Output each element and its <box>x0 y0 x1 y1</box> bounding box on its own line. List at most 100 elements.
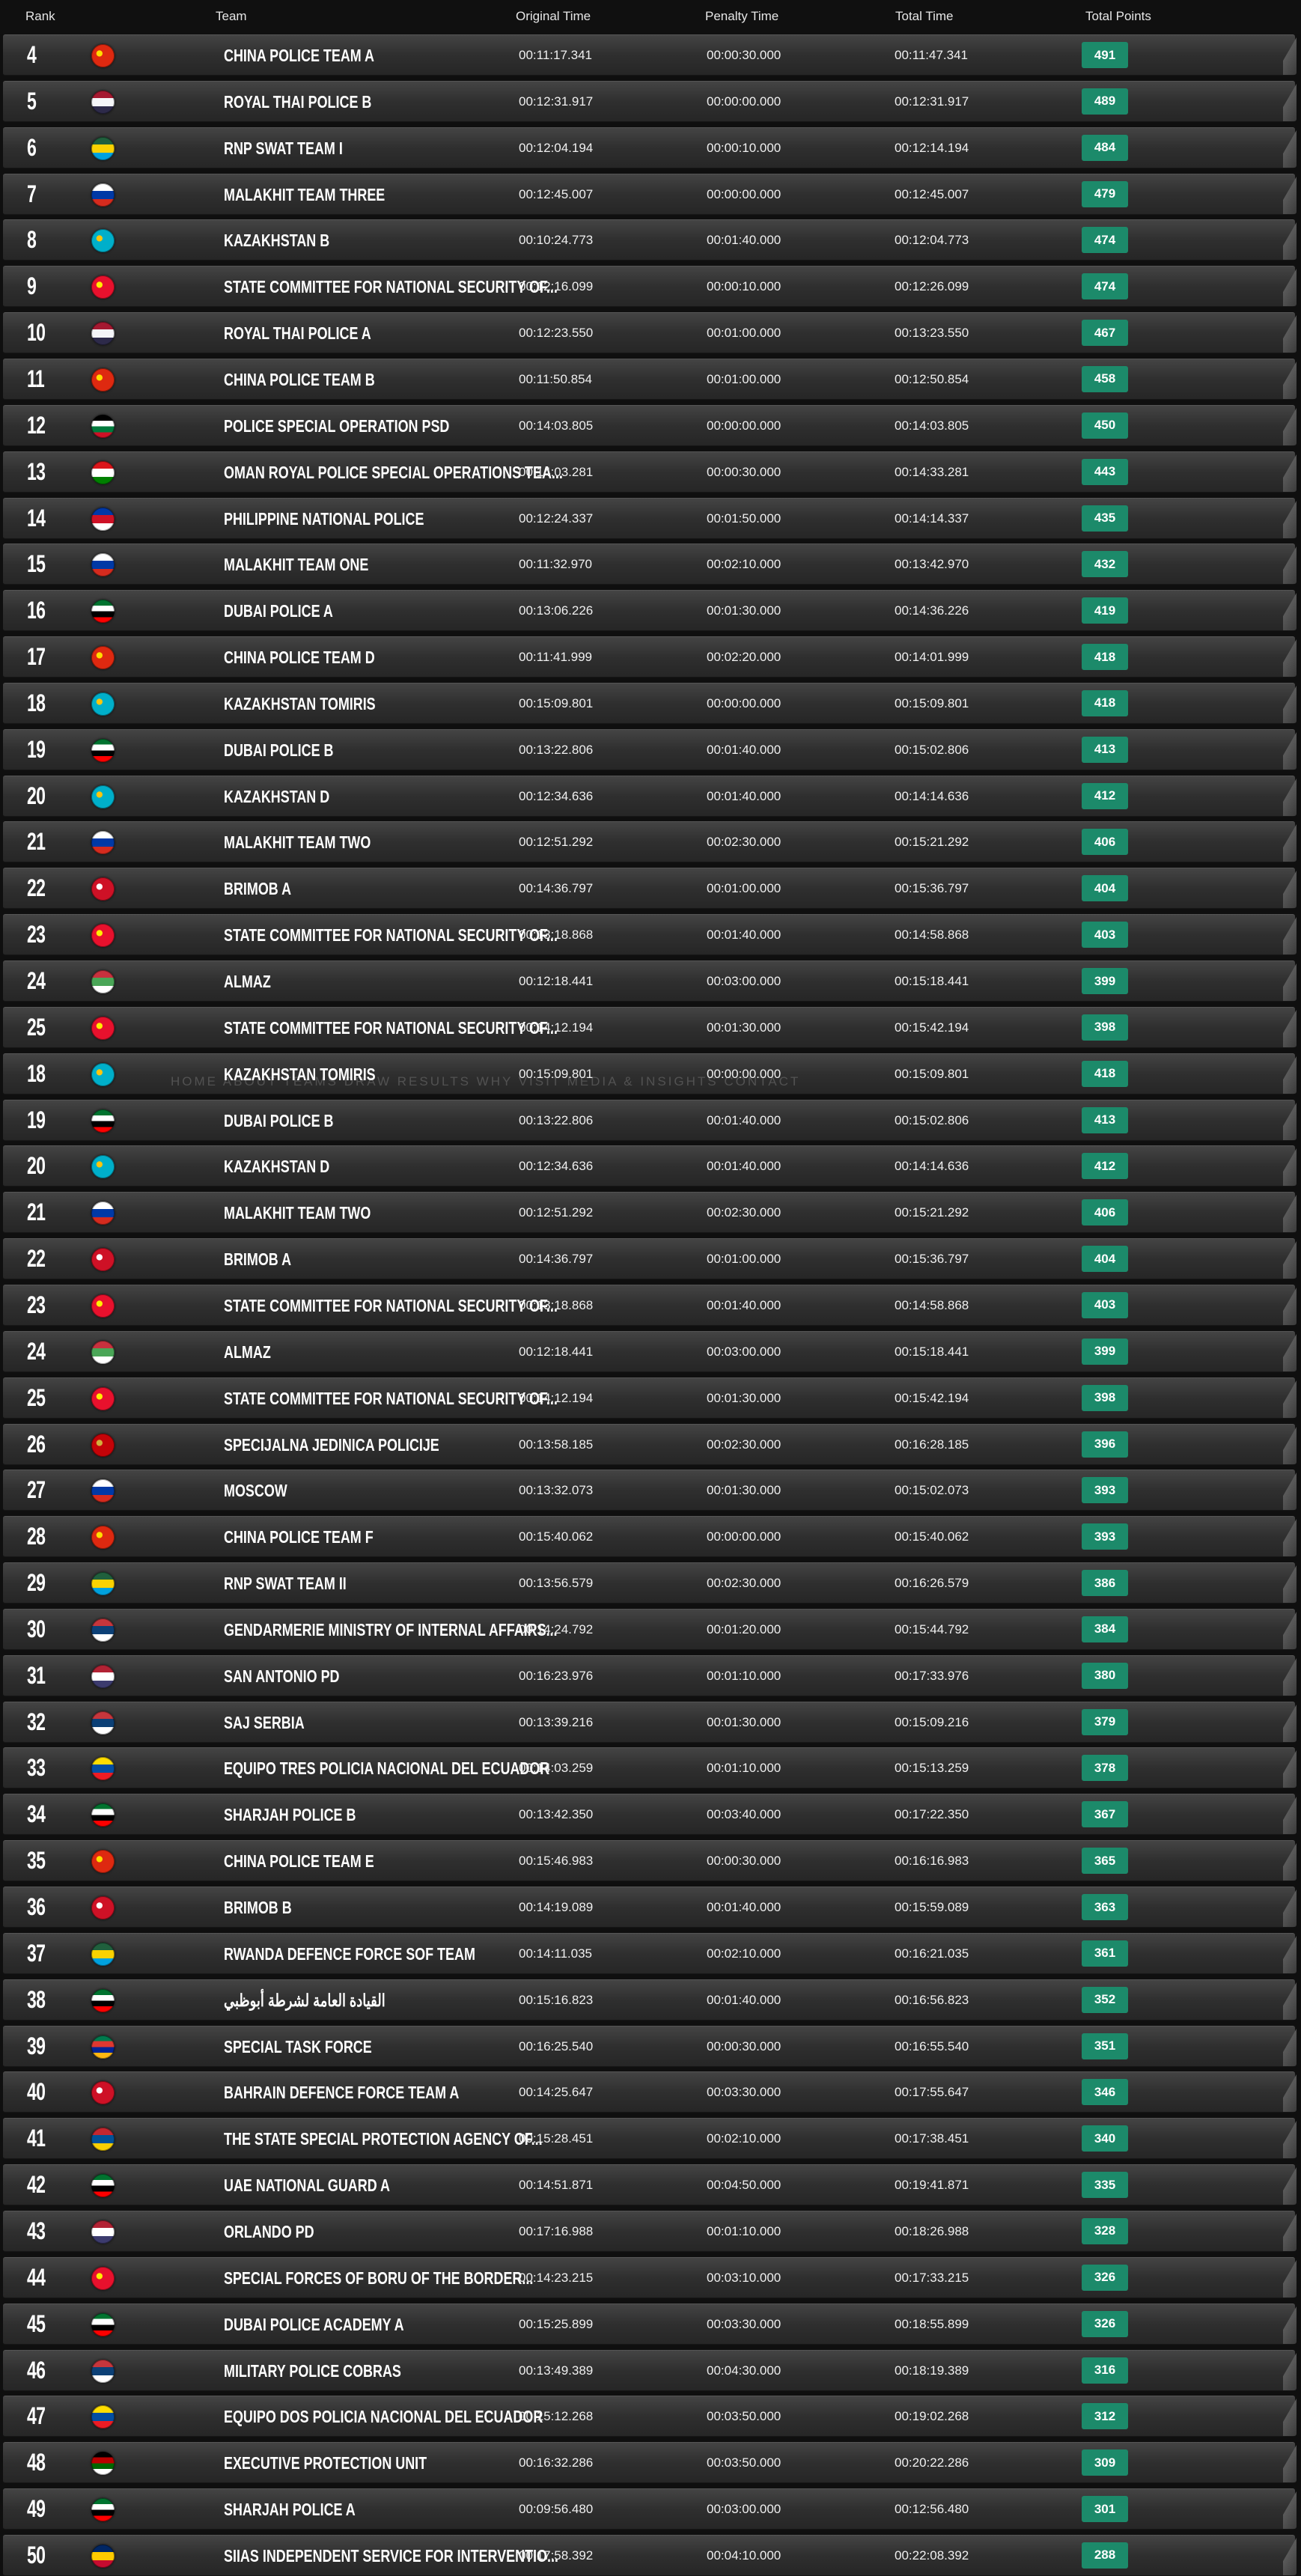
table-row[interactable]: 25 STATE COMMITTEE FOR NATIONAL SECURITY … <box>3 1006 1297 1048</box>
table-row[interactable]: 7 MALAKHIT TEAM THREE 00:12:45.007 00:00:00… <box>3 173 1297 215</box>
team-name[interactable]: EXECUTIVE PROTECTION UNIT <box>224 2453 427 2473</box>
table-row[interactable]: 29 RNP SWAT TEAM II 00:13:56.579 00:02:30.0… <box>3 1562 1297 1604</box>
team-name[interactable]: MALAKHIT TEAM TWO <box>224 832 371 853</box>
table-row[interactable]: 8 KAZAKHSTAN B 00:10:24.773 00:01:40.000 00:… <box>3 219 1297 261</box>
team-name[interactable]: UAE NATIONAL GUARD A <box>224 2175 390 2196</box>
table-row[interactable]: 39 SPECIAL TASK FORCE 00:16:25.540 00:00:30… <box>3 2025 1297 2067</box>
team-name[interactable]: STATE COMMITTEE FOR NATIONAL SECURITY OF… <box>224 277 558 297</box>
table-row[interactable]: 32 SAJ SERBIA 00:13:39.216 00:01:30.000 00:1… <box>3 1701 1297 1743</box>
table-row[interactable]: 18 KAZAKHSTAN TOMIRIS 00:15:09.801 00:00:00… <box>3 682 1297 724</box>
table-row[interactable]: 49 SHARJAH POLICE A 00:09:56.480 00:03:00.0… <box>3 2488 1297 2530</box>
table-row[interactable]: 24 ALMAZ 00:12:18.441 00:03:00.000 00:15:18.… <box>3 1330 1297 1372</box>
table-row[interactable]: 34 SHARJAH POLICE B 00:13:42.350 00:03:40.0… <box>3 1794 1297 1836</box>
team-name[interactable]: BRIMOB A <box>224 1249 291 1270</box>
table-row[interactable]: 10 ROYAL THAI POLICE A 00:12:23.550 00:01:0… <box>3 312 1297 354</box>
team-name[interactable]: KAZAKHSTAN D <box>224 787 329 807</box>
team-name[interactable]: STATE COMMITTEE FOR NATIONAL SECURITY OF… <box>224 1018 558 1038</box>
team-name[interactable]: SPECIAL FORCES OF BORU OF THE BORDER... <box>224 2268 533 2289</box>
team-name[interactable]: CHINA POLICE TEAM F <box>224 1527 374 1547</box>
team-name[interactable]: ROYAL THAI POLICE A <box>224 323 371 344</box>
table-row[interactable]: 14 PHILIPPINE NATIONAL POLICE 00:12:24.337… <box>3 497 1297 539</box>
table-row[interactable]: 47 EQUIPO DOS POLICIA NACIONAL DEL ECUADO… <box>3 2396 1297 2438</box>
team-name[interactable]: KAZAKHSTAN TOMIRIS <box>224 694 376 714</box>
table-row[interactable]: 35 CHINA POLICE TEAM E 00:15:46.983 00:00:3… <box>3 1840 1297 1882</box>
table-row[interactable]: 21 MALAKHIT TEAM TWO 00:12:51.292 00:02:30.… <box>3 1192 1297 1234</box>
team-name[interactable]: DUBAI POLICE B <box>224 1111 334 1131</box>
team-name[interactable]: POLICE SPECIAL OPERATION PSD <box>224 416 449 436</box>
team-name[interactable]: SPECIAL TASK FORCE <box>224 2037 372 2057</box>
table-row[interactable]: 21 MALAKHIT TEAM TWO 00:12:51.292 00:02:30.… <box>3 821 1297 863</box>
team-name[interactable]: STATE COMMITTEE FOR NATIONAL SECURITY OF… <box>224 1296 558 1316</box>
team-name[interactable]: CHINA POLICE TEAM E <box>224 1851 374 1872</box>
team-name[interactable]: ROYAL THAI POLICE B <box>224 92 371 112</box>
table-row[interactable]: 38 القيادة العامة لشرطة أبوظبي 00:15:16.82… <box>3 1979 1297 2021</box>
team-name[interactable]: CHINA POLICE TEAM B <box>224 370 375 390</box>
table-row[interactable]: 22 BRIMOB A 00:14:36.797 00:01:00.000 00:15:… <box>3 868 1297 910</box>
table-row[interactable]: 9 STATE COMMITTEE FOR NATIONAL SECURITY O… <box>3 266 1297 308</box>
table-row[interactable]: 33 EQUIPO TRES POLICIA NACIONAL DEL ECUAD… <box>3 1747 1297 1789</box>
table-row[interactable]: 15 MALAKHIT TEAM ONE 00:11:32.970 00:02:10.… <box>3 543 1297 585</box>
team-name[interactable]: KAZAKHSTAN B <box>224 231 329 251</box>
team-name[interactable]: القيادة العامة لشرطة أبوظبي <box>224 1991 386 2011</box>
team-name[interactable]: STATE COMMITTEE FOR NATIONAL SECURITY OF… <box>224 925 558 946</box>
table-row[interactable]: 26 SPECIJALNA JEDINICA POLICIJE 00:13:58.1… <box>3 1423 1297 1465</box>
team-name[interactable]: SAJ SERBIA <box>224 1713 305 1733</box>
team-name[interactable]: PHILIPPINE NATIONAL POLICE <box>224 509 424 529</box>
table-row[interactable]: 40 BAHRAIN DEFENCE FORCE TEAM A 00:14:25.6… <box>3 2071 1297 2113</box>
team-name[interactable]: RNP SWAT TEAM I <box>224 138 343 159</box>
table-row[interactable]: 27 MOSCOW 00:13:32.073 00:01:30.000 00:15:02… <box>3 1470 1297 1511</box>
team-name[interactable]: SPECIJALNA JEDINICA POLICIJE <box>224 1435 439 1455</box>
team-name[interactable]: BAHRAIN DEFENCE FORCE TEAM A <box>224 2083 459 2103</box>
team-name[interactable]: RWANDA DEFENCE FORCE SOF TEAM <box>224 1944 475 1964</box>
table-row[interactable]: 4 CHINA POLICE TEAM A 00:11:17.341 00:00:30… <box>3 34 1297 76</box>
table-row[interactable]: 13 OMAN ROYAL POLICE SPECIAL OPERATIONS T… <box>3 451 1297 493</box>
team-name[interactable]: MALAKHIT TEAM ONE <box>224 555 368 575</box>
team-name[interactable]: DUBAI POLICE B <box>224 740 334 761</box>
team-name[interactable]: EQUIPO TRES POLICIA NACIONAL DEL ECUADOR <box>224 1759 549 1779</box>
table-row[interactable]: 17 CHINA POLICE TEAM D 00:11:41.999 00:02:2… <box>3 636 1297 678</box>
table-row[interactable]: 22 BRIMOB A 00:14:36.797 00:01:00.000 00:15:… <box>3 1238 1297 1280</box>
team-name[interactable]: CHINA POLICE TEAM D <box>224 648 375 668</box>
table-row[interactable]: 20 KAZAKHSTAN D 00:12:34.636 00:01:40.000 00… <box>3 775 1297 817</box>
table-row[interactable]: 23 STATE COMMITTEE FOR NATIONAL SECURITY … <box>3 1284 1297 1326</box>
team-name[interactable]: MALAKHIT TEAM THREE <box>224 185 385 205</box>
table-row[interactable]: 37 RWANDA DEFENCE FORCE SOF TEAM 00:14:11.… <box>3 1932 1297 1974</box>
table-row[interactable]: 11 CHINA POLICE TEAM B 00:11:50.854 00:01:0… <box>3 358 1297 400</box>
team-name[interactable]: GENDARMERIE MINISTRY OF INTERNAL AFFAIRS… <box>224 1620 558 1640</box>
team-name[interactable]: KAZAKHSTAN D <box>224 1157 329 1177</box>
team-name[interactable]: MOSCOW <box>224 1481 287 1501</box>
table-row[interactable]: 19 DUBAI POLICE B 00:13:22.806 00:01:40.000… <box>3 728 1297 770</box>
team-name[interactable]: ALMAZ <box>224 1342 271 1362</box>
team-name[interactable]: BRIMOB B <box>224 1898 292 1918</box>
team-name[interactable]: SAN ANTONIO PD <box>224 1666 340 1687</box>
table-row[interactable]: 48 EXECUTIVE PROTECTION UNIT 00:16:32.286 0… <box>3 2442 1297 2484</box>
table-row[interactable]: 12 POLICE SPECIAL OPERATION PSD 00:14:03.8… <box>3 404 1297 446</box>
team-name[interactable]: MILITARY POLICE COBRAS <box>224 2361 401 2381</box>
table-row[interactable]: 30 GENDARMERIE MINISTRY OF INTERNAL AFFAI… <box>3 1608 1297 1650</box>
team-name[interactable]: SIIAS INDEPENDENT SERVICE FOR INTERVENTI… <box>224 2546 558 2566</box>
team-name[interactable]: SHARJAH POLICE A <box>224 2500 356 2520</box>
table-row[interactable]: 46 MILITARY POLICE COBRAS 00:13:49.389 00:0… <box>3 2349 1297 2391</box>
table-row[interactable]: 41 THE STATE SPECIAL PROTECTION AGENCY OF… <box>3 2118 1297 2160</box>
table-row[interactable]: 45 DUBAI POLICE ACADEMY A 00:15:25.899 00:0… <box>3 2303 1297 2345</box>
team-name[interactable]: ORLANDO PD <box>224 2222 314 2242</box>
table-row[interactable]: 23 STATE COMMITTEE FOR NATIONAL SECURITY … <box>3 914 1297 956</box>
table-row[interactable]: 44 SPECIAL FORCES OF BORU OF THE BORDER..… <box>3 2256 1297 2298</box>
table-row[interactable]: 6 RNP SWAT TEAM I 00:12:04.194 00:00:10.000… <box>3 127 1297 168</box>
team-name[interactable]: CHINA POLICE TEAM A <box>224 46 374 66</box>
team-name[interactable]: SHARJAH POLICE B <box>224 1805 356 1825</box>
table-row[interactable]: 42 UAE NATIONAL GUARD A 00:14:51.871 00:04:… <box>3 2164 1297 2206</box>
table-row[interactable]: 43 ORLANDO PD 00:17:16.988 00:01:10.000 00:1… <box>3 2210 1297 2252</box>
table-row[interactable]: 20 KAZAKHSTAN D 00:12:34.636 00:01:40.000 00… <box>3 1145 1297 1187</box>
table-row[interactable]: 28 CHINA POLICE TEAM F 00:15:40.062 00:00:0… <box>3 1516 1297 1558</box>
team-name[interactable]: MALAKHIT TEAM TWO <box>224 1203 371 1223</box>
team-name[interactable]: RNP SWAT TEAM II <box>224 1574 347 1594</box>
table-row[interactable]: 50 SIIAS INDEPENDENT SERVICE FOR INTERVEN… <box>3 2534 1297 2576</box>
team-name[interactable]: ALMAZ <box>224 972 271 992</box>
table-row[interactable]: 16 DUBAI POLICE A 00:13:06.226 00:01:30.000… <box>3 590 1297 632</box>
team-name[interactable]: THE STATE SPECIAL PROTECTION AGENCY OF..… <box>224 2129 543 2149</box>
table-row[interactable]: 24 ALMAZ 00:12:18.441 00:03:00.000 00:15:18.… <box>3 960 1297 1002</box>
team-name[interactable]: STATE COMMITTEE FOR NATIONAL SECURITY OF… <box>224 1389 558 1409</box>
team-name[interactable]: DUBAI POLICE ACADEMY A <box>224 2315 404 2335</box>
table-row[interactable]: 31 SAN ANTONIO PD 00:16:23.976 00:01:10.000… <box>3 1654 1297 1696</box>
